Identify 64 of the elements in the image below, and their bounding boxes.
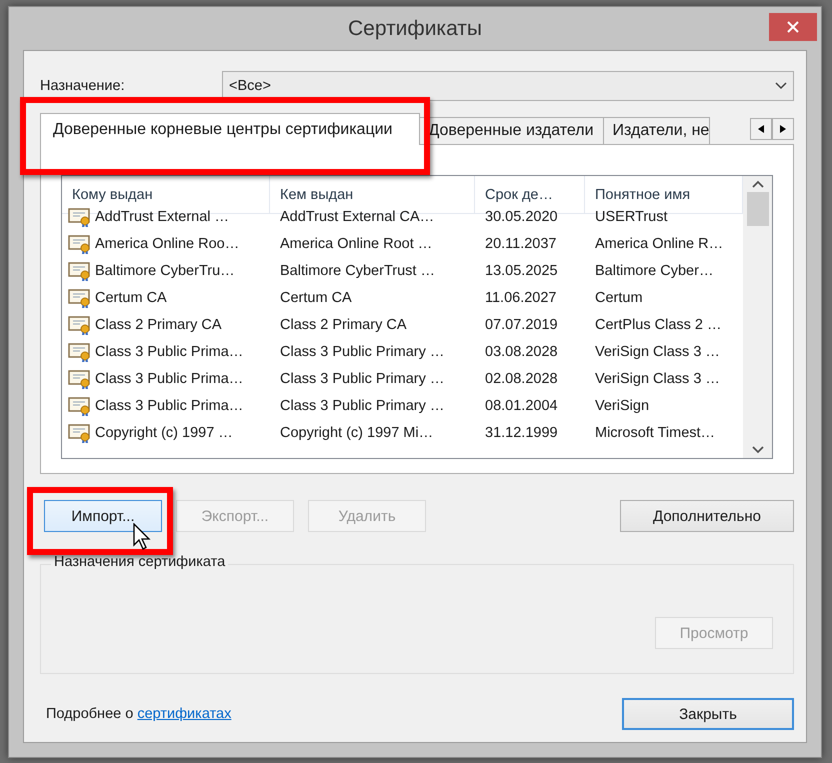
table-cell: Copyright (c) 1997 … [95,424,233,440]
table-cell-text: Class 3 Public Primary … [279,396,446,416]
table-cell-text: 31.12.1999 [484,424,559,442]
table-cell: Class 3 Public Prima… [95,370,244,386]
certificate-icon [68,260,92,280]
scroll-left-button[interactable] [750,118,772,140]
footer-text: Подробнее о [46,706,134,722]
tab[interactable]: Доверенные корневые центры сертификации [40,113,420,145]
certificates-link[interactable]: сертификатах [137,706,232,722]
chevron-up-icon [752,180,764,188]
close-button[interactable] [769,13,817,41]
table-cell-text: 20.11.2037 [484,234,558,254]
table-cell-text: Class 2 Primary CA [279,316,408,334]
table-cell-text: 02.08.2028 [484,370,559,388]
group-label: Назначения сертификата [51,554,228,570]
certificate-icon [68,314,92,334]
table-cell: Class 3 Public Prima… [95,344,244,360]
advanced-button[interactable]: Дополнительно [620,500,794,532]
triangle-left-icon [758,125,764,133]
table-cell-text: 11.06.2027 [484,288,558,308]
close-dialog-button[interactable]: Закрыть [622,698,794,730]
purpose-label: Назначение: [40,78,126,94]
scrollbar-thumb[interactable] [747,192,769,226]
table-cell-text: 08.01.2004 [484,396,559,416]
table-cell-text: Class 3 Public Primary … [279,342,446,362]
table-cell: Certum CA [95,290,167,306]
table-cell-text: Certum [594,288,644,308]
action-button[interactable]: Импорт... [44,500,162,532]
table-cell: Baltimore CyberTru… [95,262,235,278]
table-cell-text: VeriSign [594,396,650,416]
certificate-icon [68,234,92,254]
triangle-right-icon [780,125,786,133]
table-cell: Class 2 Primary CA [95,316,222,332]
chevron-down-icon [775,82,787,90]
table-cell-text: VeriSign Class 3 … [594,370,721,388]
tab[interactable]: Издатели, не [602,117,710,145]
table-cell-text: Baltimore Cyber… [594,262,714,280]
certificate-icon [68,396,92,416]
table-cell-text: America Online Root … [279,234,434,254]
table-cell-text: Class 3 Public Primary … [279,370,446,388]
certificate-icon [68,342,92,362]
purpose-dropdown[interactable]: <Все> [222,71,794,101]
table-cell-text: Baltimore CyberTrust … [279,262,436,280]
table-cell-text: VeriSign Class 3 … [594,342,721,362]
table-cell-text: CertPlus Class 2 … [594,316,723,334]
close-icon [787,21,799,33]
scroll-right-button[interactable] [772,118,794,140]
certificate-icon [68,288,92,308]
table-cell-text: Microsoft Timest… [594,424,716,442]
certificate-icon [68,206,92,226]
table-cell-text: 03.08.2028 [484,342,559,362]
table-cell: Class 3 Public Prima… [95,398,244,414]
table-cell-text: America Online R… [594,234,724,254]
window-title: Сертификаты [348,16,482,40]
certificate-icon [68,368,92,388]
chevron-down-icon [752,446,764,454]
table-cell-text: 13.05.2025 [484,262,559,280]
mouse-pointer-icon [133,523,151,551]
table-cell-text: 07.07.2019 [484,316,559,334]
table-cell-text: Copyright (c) 1997 Mi… [279,424,434,442]
table-cell: America Online Roo… [95,236,240,252]
table-cell-text: Certum CA [279,288,353,308]
certificate-icon [68,422,92,442]
scrollbar[interactable] [743,176,772,458]
